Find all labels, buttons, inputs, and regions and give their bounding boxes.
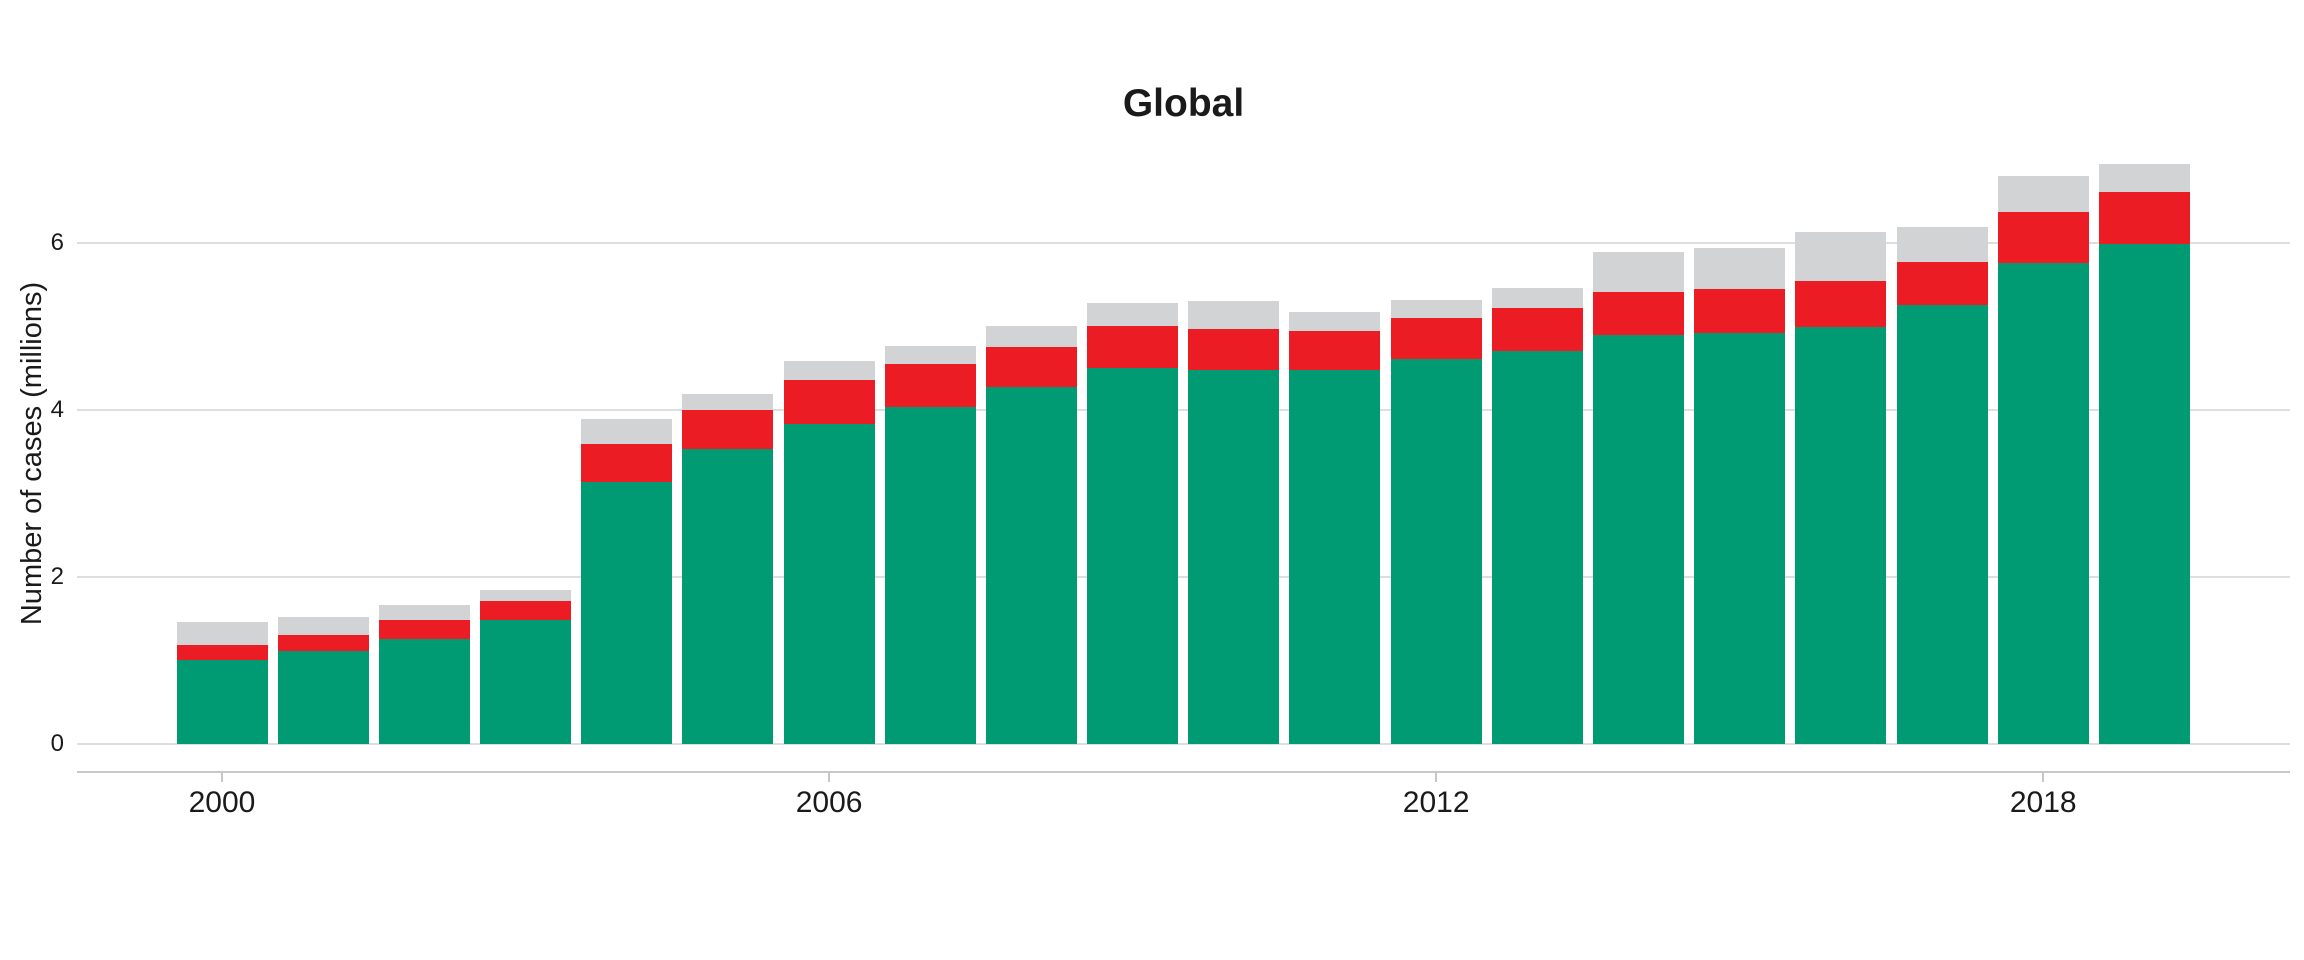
bar-2004-top-segment-grey[interactable] xyxy=(581,419,672,445)
bar-2015-top-segment-grey[interactable] xyxy=(1694,248,1785,289)
bar-2017-middle-segment-red[interactable] xyxy=(1897,262,1988,305)
y-axis-title-wrap: Number of cases (millions) xyxy=(4,0,62,906)
bar-2000-bottom-segment-green[interactable] xyxy=(177,660,268,744)
bar-2018-top-segment-grey[interactable] xyxy=(1998,176,2089,213)
bar-2019-top-segment-grey[interactable] xyxy=(2099,164,2190,192)
bar-2014-bottom-segment-green[interactable] xyxy=(1593,335,1684,744)
x-tick-2000 xyxy=(221,773,223,782)
bar-2010-top-segment-grey[interactable] xyxy=(1188,301,1279,329)
bar-2005-bottom-segment-green[interactable] xyxy=(682,449,773,744)
bar-2001-bottom-segment-green[interactable] xyxy=(278,651,369,744)
x-tick-2012 xyxy=(1435,773,1437,782)
bar-2013-middle-segment-red[interactable] xyxy=(1492,308,1583,351)
bar-2002-top-segment-grey[interactable] xyxy=(379,605,470,621)
bar-2009-top-segment-grey[interactable] xyxy=(1087,303,1178,326)
bar-2003-top-segment-grey[interactable] xyxy=(480,590,571,602)
bar-2012-middle-segment-red[interactable] xyxy=(1391,318,1482,360)
bar-2008-bottom-segment-green[interactable] xyxy=(986,387,1077,744)
bar-2001-top-segment-grey[interactable] xyxy=(278,617,369,635)
bar-2017-bottom-segment-green[interactable] xyxy=(1897,305,1988,744)
x-axis-line xyxy=(77,771,2290,773)
bar-2008-top-segment-grey[interactable] xyxy=(986,326,1077,347)
bar-2007-middle-segment-red[interactable] xyxy=(885,364,976,407)
bar-2019-bottom-segment-green[interactable] xyxy=(2099,244,2190,744)
x-tick-2018 xyxy=(2042,773,2044,782)
bar-2015-bottom-segment-green[interactable] xyxy=(1694,333,1785,744)
bar-2016-middle-segment-red[interactable] xyxy=(1795,281,1886,327)
bar-2013-bottom-segment-green[interactable] xyxy=(1492,351,1583,744)
bar-2012-bottom-segment-green[interactable] xyxy=(1391,359,1482,744)
bar-2006-top-segment-grey[interactable] xyxy=(784,361,875,380)
bar-2019-middle-segment-red[interactable] xyxy=(2099,192,2190,244)
bar-2013-top-segment-grey[interactable] xyxy=(1492,288,1583,308)
bar-2014-middle-segment-red[interactable] xyxy=(1593,292,1684,335)
bar-2010-middle-segment-red[interactable] xyxy=(1188,329,1279,370)
bar-2003-bottom-segment-green[interactable] xyxy=(480,620,571,744)
x-tick-label-2000: 2000 xyxy=(142,786,302,820)
bar-2018-middle-segment-red[interactable] xyxy=(1998,212,2089,263)
bar-2010-bottom-segment-green[interactable] xyxy=(1188,370,1279,744)
y-axis-title: Number of cases (millions) xyxy=(17,281,50,624)
plot-area: 02462000200620122018 xyxy=(0,0,2304,960)
bar-2004-bottom-segment-green[interactable] xyxy=(581,482,672,744)
bar-2006-middle-segment-red[interactable] xyxy=(784,380,875,423)
bar-2016-top-segment-grey[interactable] xyxy=(1795,232,1886,280)
bar-2002-bottom-segment-green[interactable] xyxy=(379,639,470,744)
bar-2005-top-segment-grey[interactable] xyxy=(682,394,773,411)
bar-2000-middle-segment-red[interactable] xyxy=(177,645,268,660)
bar-2000-top-segment-grey[interactable] xyxy=(177,622,268,645)
bar-2011-middle-segment-red[interactable] xyxy=(1289,331,1380,370)
bar-2012-top-segment-grey[interactable] xyxy=(1391,300,1482,318)
bar-2002-middle-segment-red[interactable] xyxy=(379,620,470,638)
bar-2008-middle-segment-red[interactable] xyxy=(986,347,1077,387)
bar-2007-bottom-segment-green[interactable] xyxy=(885,407,976,744)
x-tick-label-2012: 2012 xyxy=(1356,786,1516,820)
bar-2007-top-segment-grey[interactable] xyxy=(885,346,976,364)
bar-2011-bottom-segment-green[interactable] xyxy=(1289,370,1380,744)
bar-2014-top-segment-grey[interactable] xyxy=(1593,252,1684,292)
bar-2009-middle-segment-red[interactable] xyxy=(1087,326,1178,368)
x-tick-label-2018: 2018 xyxy=(1963,786,2123,820)
bar-2011-top-segment-grey[interactable] xyxy=(1289,312,1380,331)
x-tick-2006 xyxy=(828,773,830,782)
bar-2006-bottom-segment-green[interactable] xyxy=(784,424,875,744)
bar-2005-middle-segment-red[interactable] xyxy=(682,410,773,449)
bar-2015-middle-segment-red[interactable] xyxy=(1694,289,1785,332)
bar-2009-bottom-segment-green[interactable] xyxy=(1087,368,1178,744)
bar-2016-bottom-segment-green[interactable] xyxy=(1795,327,1886,744)
bar-2001-middle-segment-red[interactable] xyxy=(278,635,369,652)
stacked-bar-chart-global-cases: 02462000200620122018 Global Number of ca… xyxy=(0,0,2304,960)
bar-2018-bottom-segment-green[interactable] xyxy=(1998,263,2089,744)
bar-2004-middle-segment-red[interactable] xyxy=(581,444,672,482)
x-tick-label-2006: 2006 xyxy=(749,786,909,820)
bar-2017-top-segment-grey[interactable] xyxy=(1897,227,1988,261)
chart-title: Global xyxy=(77,82,2290,126)
bar-2003-middle-segment-red[interactable] xyxy=(480,601,571,619)
